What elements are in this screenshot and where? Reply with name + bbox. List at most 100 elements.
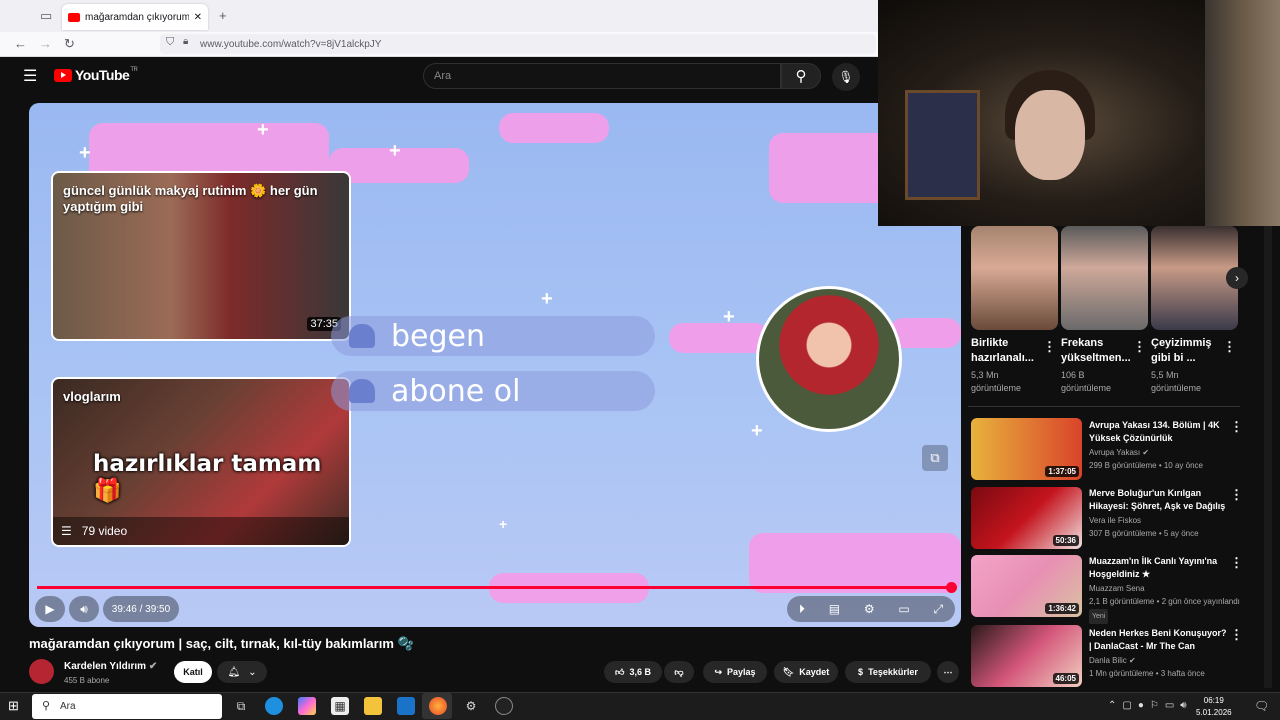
recommended-channel[interactable]: Vera ile Fiskos: [1089, 514, 1141, 527]
more-actions-button[interactable]: ⋯: [937, 661, 959, 683]
share-button[interactable]: ↪ Paylaş: [703, 661, 767, 683]
end-screen-channel-avatar[interactable]: [756, 286, 902, 432]
recommended-thumbnail[interactable]: 46:05: [971, 625, 1082, 687]
sparkle-decoration: +: [499, 516, 508, 532]
file-explorer-icon[interactable]: [364, 697, 382, 715]
search-icon: ⚲: [42, 700, 51, 712]
play-button[interactable]: ▶: [35, 596, 65, 622]
more-icon[interactable]: ⋮: [1043, 339, 1056, 355]
clock[interactable]: 06:19 5.01.2026: [1196, 695, 1232, 719]
verified-icon: ✔: [1129, 656, 1136, 665]
video-duration: 46:05: [1052, 673, 1079, 684]
subtitles-icon[interactable]: ▤: [829, 602, 840, 616]
recommended-channel[interactable]: Avrupa Yakası ✔: [1089, 446, 1149, 459]
close-tab-icon[interactable]: ✕: [194, 12, 202, 23]
recommended-meta: 1 Mn görüntüleme • 3 hafta önce: [1089, 669, 1205, 678]
task-view-icon[interactable]: ⧉: [232, 697, 250, 715]
more-icon[interactable]: ⋮: [1230, 627, 1243, 643]
edge-icon[interactable]: [265, 697, 283, 715]
video-player[interactable]: + + + + + + + güncel günlük makyaj rutin…: [29, 103, 961, 627]
recommended-title[interactable]: Avrupa Yakası 134. Bölüm | 4K Yüksek Çöz…: [1089, 419, 1229, 445]
shorts-next-button[interactable]: ›: [1226, 267, 1248, 289]
back-icon[interactable]: ←: [14, 37, 27, 50]
obs-icon[interactable]: [495, 697, 513, 715]
dislike-button[interactable]: 👎︎: [664, 661, 694, 683]
more-icon[interactable]: ⋮: [1230, 555, 1243, 571]
forward-icon[interactable]: →: [39, 37, 52, 50]
video-duration: 1:37:05: [1045, 466, 1079, 477]
address-bar[interactable]: ⛉ 🔒︎ www.youtube.com/watch?v=8jV1alckpJY: [160, 34, 876, 54]
short-thumbnail[interactable]: [1061, 226, 1148, 330]
system-tray-icons[interactable]: ⌃▢●⚐▭🔊︎: [1108, 700, 1193, 711]
search-input[interactable]: Ara: [423, 63, 781, 89]
copilot-icon[interactable]: [298, 697, 316, 715]
playlist-count-bar: ☰ 79 video: [53, 517, 349, 545]
subscriber-count: 455 B abone: [64, 676, 110, 685]
join-button[interactable]: Katıl: [174, 661, 212, 683]
youtube-logo[interactable]: YouTube TR: [54, 67, 138, 83]
short-thumbnail[interactable]: [1151, 226, 1238, 330]
voice-search-button[interactable]: 🎙︎: [832, 63, 860, 91]
scrollbar[interactable]: [1264, 226, 1272, 688]
notifications-icon[interactable]: 🗨︎: [1254, 699, 1269, 713]
taskbar-search-placeholder: Ara: [60, 701, 76, 712]
theater-mode-icon[interactable]: ▭: [898, 602, 909, 616]
save-button[interactable]: 🔖︎ Kaydet: [774, 661, 838, 683]
menu-icon[interactable]: ☰: [23, 66, 37, 86]
thanks-button[interactable]: $ Teşekkürler: [845, 661, 931, 683]
settings-icon[interactable]: ⚙: [462, 697, 480, 715]
card-title: güncel günlük makyaj rutinim 🌼 her gün y…: [63, 183, 318, 214]
save-label: Kaydet: [799, 667, 830, 677]
end-screen-video-card[interactable]: güncel günlük makyaj rutinim 🌼 her gün y…: [51, 171, 351, 341]
logo-text: YouTube: [75, 67, 130, 83]
sparkle-decoration: +: [541, 288, 553, 310]
volume-button[interactable]: 🔊︎: [69, 596, 99, 622]
fullscreen-icon[interactable]: ⤢: [933, 602, 943, 617]
taskbar-search-input[interactable]: ⚲ Ara: [32, 694, 222, 719]
channel-avatar[interactable]: [29, 659, 54, 684]
like-button[interactable]: 👍︎ 3,6 B: [604, 661, 662, 683]
recommended-title[interactable]: Muazzam'ın İlk Canlı Yayını'na Hoşgeldin…: [1089, 555, 1229, 581]
short-thumbnail[interactable]: [971, 226, 1058, 330]
settings-icon[interactable]: ⚙: [864, 602, 875, 616]
subscribe-reminder: abone ol: [331, 371, 655, 411]
start-icon[interactable]: ⊞: [8, 698, 19, 714]
recommended-channel[interactable]: Muazzam Sena: [1089, 582, 1145, 595]
outlook-icon[interactable]: [397, 697, 415, 715]
lock-icon[interactable]: 🔒︎: [183, 37, 188, 47]
thumbs-up-icon: 👍︎: [615, 666, 625, 677]
recommended-title[interactable]: Merve Boluğur'un Kırılgan Hikayesi: Şöhr…: [1089, 487, 1229, 513]
reload-icon[interactable]: ↻: [64, 37, 75, 50]
recommended-channel[interactable]: Danla Bilic ✔: [1089, 654, 1136, 667]
progress-bar[interactable]: [37, 586, 951, 589]
short-title[interactable]: Çeyizimmiş gibi bi ...: [1151, 336, 1221, 366]
play-icon: ▶: [45, 602, 55, 616]
firefox-icon[interactable]: [429, 697, 447, 715]
new-tab-icon[interactable]: +: [219, 9, 227, 22]
more-icon[interactable]: ⋮: [1223, 339, 1236, 355]
end-screen-playlist-card[interactable]: vloglarım hazırlıklar tamam🎁 ☰ 79 video: [51, 377, 351, 547]
store-icon[interactable]: ▦: [331, 697, 349, 715]
search-button[interactable]: ⚲: [781, 63, 821, 89]
recommended-title[interactable]: Neden Herkes Beni Konuşuyor? | DanlaCast…: [1089, 627, 1229, 653]
channel-name[interactable]: Kardelen Yıldırım ✔: [64, 661, 157, 672]
volume-icon: 🔊︎: [80, 601, 88, 616]
share-label: Paylaş: [727, 667, 756, 677]
short-title[interactable]: Frekans yükseltmen...: [1061, 336, 1131, 366]
tab-list-icon[interactable]: ▭: [40, 9, 52, 22]
recommended-thumbnail[interactable]: 1:37:05: [971, 418, 1082, 480]
mic-icon: 🎙︎: [838, 70, 854, 84]
miniplayer-icon[interactable]: ⧉: [922, 445, 948, 471]
more-icon[interactable]: ⋮: [1230, 419, 1243, 435]
browser-tab[interactable]: mağaramdan çıkıyorum | saç, ci ✕: [62, 4, 208, 30]
progress-scrubber[interactable]: [946, 582, 957, 593]
more-icon[interactable]: ⋮: [1133, 339, 1146, 355]
subscription-bell-button[interactable]: 🔔︎ ⌄: [217, 661, 267, 683]
recommended-thumbnail[interactable]: 50:36: [971, 487, 1082, 549]
autoplay-toggle-icon[interactable]: ⏵: [799, 602, 805, 617]
shield-icon[interactable]: ⛉: [166, 37, 174, 48]
short-title[interactable]: Birlikte hazırlanalı...: [971, 336, 1041, 366]
recommended-thumbnail[interactable]: 1:36:42: [971, 555, 1082, 617]
more-icon[interactable]: ⋮: [1230, 487, 1243, 503]
cloud-decoration: [499, 113, 609, 143]
